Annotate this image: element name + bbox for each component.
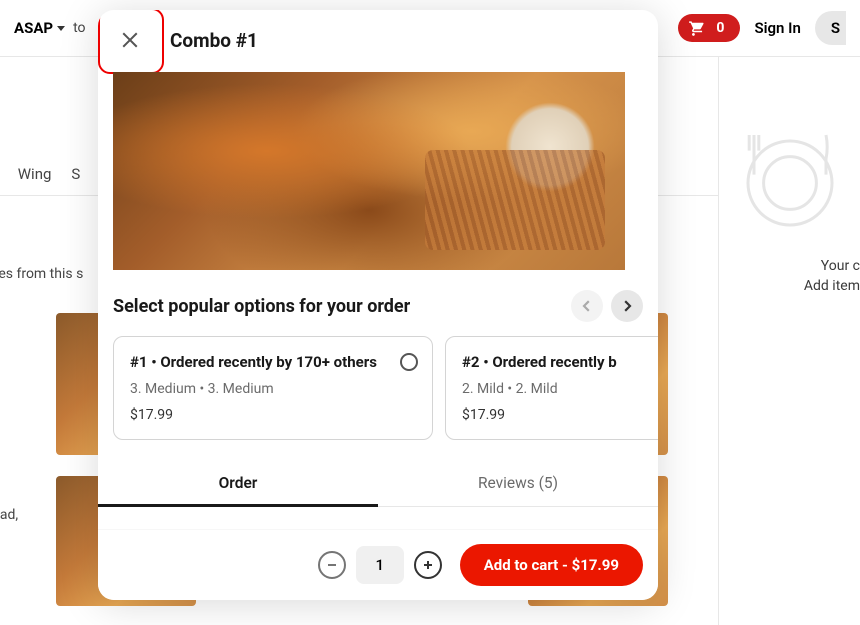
- signin-link[interactable]: Sign In: [754, 19, 800, 37]
- cart-sidebar: Your c Add item: [718, 57, 860, 625]
- tab-item[interactable]: Wing: [18, 165, 52, 183]
- close-button[interactable]: [118, 28, 142, 52]
- empty-cart-text: Your c Add item: [719, 257, 860, 296]
- chevron-down-icon: [57, 26, 65, 31]
- top-right-group: 0 Sign In S: [678, 11, 846, 45]
- modal-title: Combo #1: [170, 29, 258, 52]
- qty-decrease-button[interactable]: [318, 551, 346, 579]
- add-to-cart-button[interactable]: Add to cart - $17.99: [460, 544, 643, 586]
- option-desc: 2. Mild • 2. Mild: [462, 381, 658, 397]
- option-desc: 3. Medium • 3. Medium: [130, 381, 416, 397]
- close-icon: [121, 31, 139, 49]
- option-cards: #1 • Ordered recently by 170+ others 3. …: [98, 336, 658, 460]
- cart-count: 0: [716, 20, 724, 36]
- prev-options-button[interactable]: [571, 290, 603, 322]
- next-options-button[interactable]: [611, 290, 643, 322]
- cart-icon: [688, 20, 708, 36]
- empty-line2: Add item: [719, 277, 860, 297]
- qty-controls: 1: [318, 546, 442, 584]
- modal-header: Combo #1: [98, 10, 658, 72]
- modal-footer: 1 Add to cart - $17.99: [98, 529, 658, 600]
- qty-increase-button[interactable]: [414, 551, 442, 579]
- option-price: $17.99: [130, 407, 416, 423]
- hero-image: [113, 72, 625, 270]
- chevron-right-icon: [621, 300, 633, 312]
- option-card-2[interactable]: #2 • Ordered recently b 2. Mild • 2. Mil…: [445, 336, 658, 440]
- qty-value[interactable]: 1: [356, 546, 404, 584]
- signup-button[interactable]: S: [815, 11, 846, 45]
- option-nav-arrows: [571, 290, 643, 322]
- scroll-spacer: [98, 507, 658, 529]
- modal-scroll[interactable]: Select popular options for your order #1…: [98, 72, 658, 529]
- option-rank: #1 • Ordered recently by 170+ others: [130, 353, 416, 371]
- popular-title: Select popular options for your order: [113, 296, 410, 317]
- tab-order[interactable]: Order: [98, 460, 378, 506]
- to-text: to: [73, 20, 85, 36]
- top-left-group: ASAP to: [14, 19, 86, 37]
- tab-reviews[interactable]: Reviews (5): [378, 460, 658, 506]
- option-price: $17.99: [462, 407, 658, 423]
- option-radio[interactable]: [400, 353, 418, 371]
- plus-icon: [422, 559, 434, 571]
- option-rank: #2 • Ordered recently b: [462, 353, 658, 371]
- popular-options-header: Select popular options for your order: [98, 270, 658, 336]
- minus-icon: [326, 559, 338, 571]
- asap-dropdown[interactable]: ASAP: [14, 19, 65, 37]
- modal-tab-bar: Order Reviews (5): [98, 460, 658, 507]
- empty-line1: Your c: [719, 257, 860, 277]
- chevron-left-icon: [581, 300, 593, 312]
- empty-plate-icon: [730, 117, 850, 237]
- cart-button[interactable]: 0: [678, 14, 740, 42]
- tab-item[interactable]: S: [71, 165, 80, 183]
- asap-label: ASAP: [14, 19, 53, 37]
- item-modal: Combo #1 Select popular options for your…: [98, 10, 658, 600]
- option-card-1[interactable]: #1 • Ordered recently by 170+ others 3. …: [113, 336, 433, 440]
